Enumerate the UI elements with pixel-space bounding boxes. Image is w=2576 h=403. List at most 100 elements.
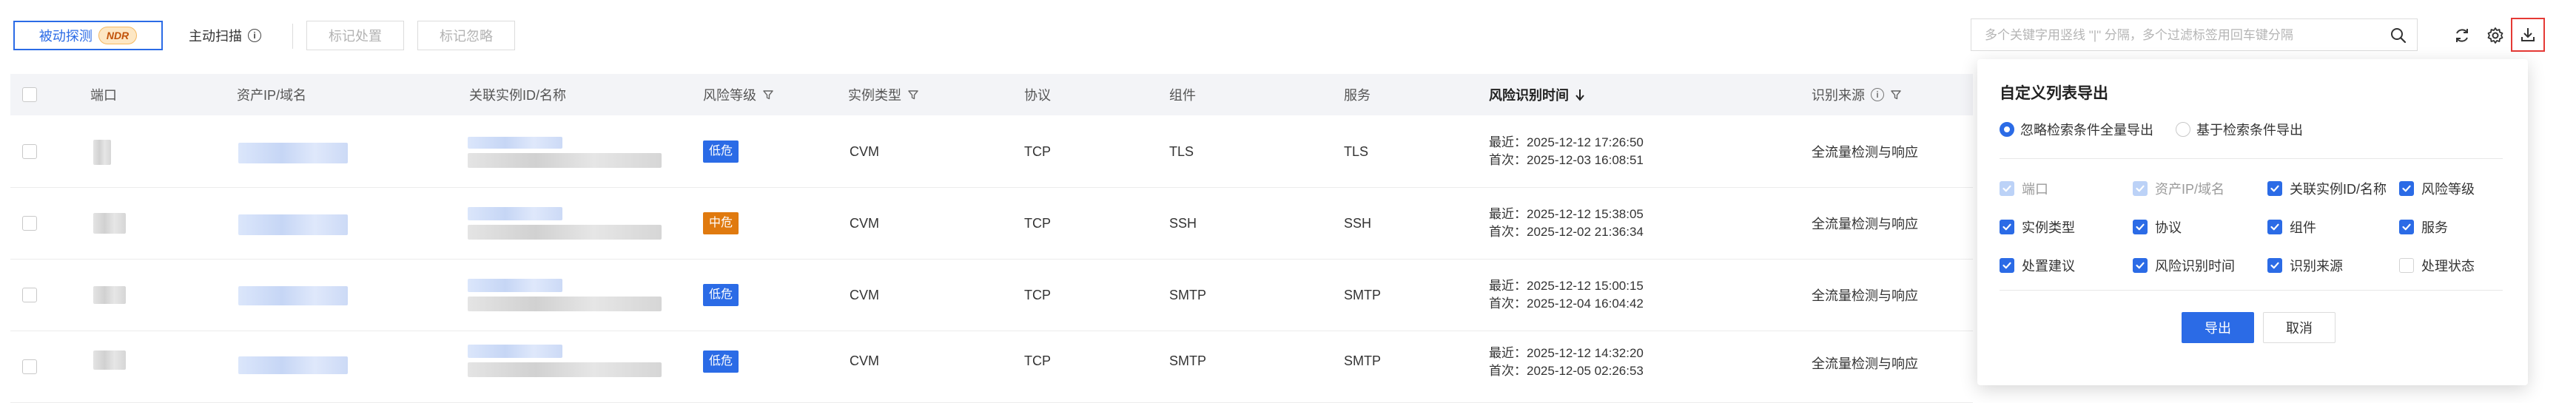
- tab-active-scan[interactable]: 主动扫描 i: [166, 21, 284, 50]
- settings-gear-icon[interactable]: [2482, 22, 2509, 49]
- filter-icon[interactable]: [1890, 89, 1902, 101]
- instance-type-cell: CVM: [850, 215, 879, 231]
- radio-export-filtered[interactable]: 基于检索条件导出: [2176, 120, 2303, 139]
- protocol-cell: TCP: [1024, 353, 1051, 368]
- tab-passive-detection[interactable]: 被动探测 NDR: [13, 21, 163, 50]
- checkbox-indicator: [2000, 181, 2014, 196]
- column-instance-type[interactable]: 实例类型: [848, 74, 919, 115]
- redacted-instance-id: [468, 207, 562, 220]
- column-instance: 关联实例ID/名称: [469, 88, 567, 103]
- risk-badge-low: 低危: [703, 140, 739, 163]
- risk-badge-low: 低危: [703, 350, 739, 373]
- risk-time-cell: 最近：2025-12-12 15:00:15 首次：2025-12-04 16:…: [1489, 277, 1644, 313]
- source-cell: 全流量检测与响应: [1812, 288, 1918, 303]
- radio-export-all-label: 忽略检索条件全量导出: [2020, 123, 2153, 138]
- latest-time: 最近：2025-12-12 15:00:15: [1489, 279, 1644, 293]
- column-risk-level[interactable]: 风险等级: [703, 74, 774, 115]
- mark-ignored-button[interactable]: 标记忽略: [417, 21, 515, 50]
- risk-time-cell: 最近：2025-12-12 15:38:05 首次：2025-12-02 21:…: [1489, 206, 1644, 241]
- component-cell: SMTP: [1169, 353, 1207, 368]
- export-option-checkbox: 资产IP/域名: [2133, 179, 2224, 198]
- cancel-button[interactable]: 取消: [2263, 312, 2335, 343]
- redacted-port: [93, 140, 111, 165]
- export-option-checkbox[interactable]: 处理状态: [2399, 256, 2475, 275]
- export-option-checkbox[interactable]: 识别来源: [2267, 256, 2343, 275]
- select-all-checkbox[interactable]: [22, 74, 37, 115]
- export-option-label: 处理状态: [2421, 259, 2475, 274]
- filter-icon[interactable]: [762, 89, 774, 101]
- redacted-instance-id: [468, 345, 562, 358]
- risk-level-cell: 低危: [703, 116, 739, 187]
- export-option-label: 风险识别时间: [2155, 259, 2235, 274]
- redacted-instance-id: [468, 279, 562, 292]
- filter-icon[interactable]: [907, 89, 919, 101]
- protocol-cell: TCP: [1024, 143, 1051, 159]
- tab-active-label: 主动扫描: [189, 29, 242, 44]
- redacted-asset-ip: [238, 286, 348, 305]
- column-risk-level-label: 风险等级: [703, 88, 756, 103]
- popover-divider: [2000, 158, 2503, 159]
- row-checkbox[interactable]: [22, 331, 37, 402]
- radio-indicator: [2176, 122, 2190, 137]
- table-row[interactable]: 低危 CVM TCP SMTP SMTP 最近：2025-12-12 15:00…: [10, 260, 1973, 331]
- export-scope-radio-group: 忽略检索条件全量导出 基于检索条件导出: [2000, 120, 2303, 139]
- export-option-checkbox[interactable]: 组件: [2267, 217, 2316, 237]
- protocol-cell: TCP: [1024, 287, 1051, 302]
- export-option-checkbox[interactable]: 风险识别时间: [2133, 256, 2235, 275]
- export-option-label: 处置建议: [2022, 259, 2075, 274]
- table-row[interactable]: 低危 CVM TCP TLS TLS 最近：2025-12-12 17:26:5…: [10, 116, 1973, 188]
- column-protocol: 协议: [1024, 88, 1051, 103]
- column-source-label: 识别来源: [1812, 88, 1865, 103]
- table-row[interactable]: 中危 CVM TCP SSH SSH 最近：2025-12-12 15:38:0…: [10, 188, 1973, 260]
- component-cell: SMTP: [1169, 287, 1207, 302]
- source-cell: 全流量检测与响应: [1812, 217, 1918, 231]
- row-checkbox[interactable]: [22, 188, 37, 259]
- radio-export-filtered-label: 基于检索条件导出: [2196, 123, 2303, 138]
- risk-time-cell: 最近：2025-12-12 14:32:20 首次：2025-12-05 02:…: [1489, 345, 1644, 380]
- radio-export-all[interactable]: 忽略检索条件全量导出: [2000, 120, 2153, 139]
- latest-time: 最近：2025-12-12 14:32:20: [1489, 346, 1644, 360]
- instance-type-cell: CVM: [850, 143, 879, 159]
- download-icon[interactable]: [2511, 18, 2545, 52]
- column-risk-time[interactable]: 风险识别时间: [1489, 74, 1585, 115]
- export-option-checkbox[interactable]: 关联实例ID/名称: [2267, 179, 2387, 198]
- column-source[interactable]: 识别来源 i: [1812, 74, 1902, 115]
- checkbox-indicator: [2399, 220, 2414, 234]
- risk-badge-medium: 中危: [703, 212, 739, 234]
- export-option-checkbox[interactable]: 风险等级: [2399, 179, 2475, 198]
- column-instance-type-label: 实例类型: [848, 88, 901, 103]
- export-option-label: 关联实例ID/名称: [2290, 182, 2387, 197]
- checkbox-indicator: [2399, 258, 2414, 273]
- column-port: 端口: [90, 88, 117, 103]
- export-option-label: 端口: [2022, 182, 2048, 197]
- export-option-checkbox[interactable]: 协议: [2133, 217, 2182, 237]
- search-input[interactable]: [1983, 19, 2386, 52]
- tab-passive-label: 被动探测: [38, 29, 93, 44]
- table-row[interactable]: 低危 CVM TCP SMTP SMTP 最近：2025-12-12 14:32…: [10, 331, 1973, 403]
- checkbox-indicator: [2399, 181, 2414, 196]
- export-option-checkbox[interactable]: 服务: [2399, 217, 2448, 237]
- redacted-asset-ip: [238, 356, 348, 374]
- export-button[interactable]: 导出: [2182, 312, 2254, 343]
- export-option-checkbox[interactable]: 实例类型: [2000, 217, 2075, 237]
- sort-desc-icon[interactable]: [1575, 88, 1585, 101]
- latest-time: 最近：2025-12-12 15:38:05: [1489, 207, 1644, 221]
- first-time: 首次：2025-12-05 02:26:53: [1489, 364, 1644, 378]
- export-option-checkbox[interactable]: 处置建议: [2000, 256, 2075, 275]
- info-icon[interactable]: i: [1871, 88, 1884, 101]
- info-icon[interactable]: i: [248, 29, 261, 42]
- mark-handled-button[interactable]: 标记处置: [306, 21, 404, 50]
- row-checkbox[interactable]: [22, 116, 37, 187]
- refresh-icon[interactable]: [2449, 22, 2475, 49]
- checkbox-indicator: [2267, 258, 2282, 273]
- row-checkbox[interactable]: [22, 260, 37, 331]
- column-service: 服务: [1344, 88, 1371, 103]
- latest-time: 最近：2025-12-12 17:26:50: [1489, 135, 1644, 149]
- search-icon[interactable]: [2390, 27, 2407, 47]
- checkbox-indicator: [2133, 181, 2148, 196]
- toolbar-divider: [292, 24, 293, 49]
- column-asset: 资产IP/域名: [237, 88, 307, 103]
- checkbox-indicator: [2133, 258, 2148, 273]
- redacted-instance-id: [468, 137, 562, 149]
- service-cell: TLS: [1344, 143, 1369, 159]
